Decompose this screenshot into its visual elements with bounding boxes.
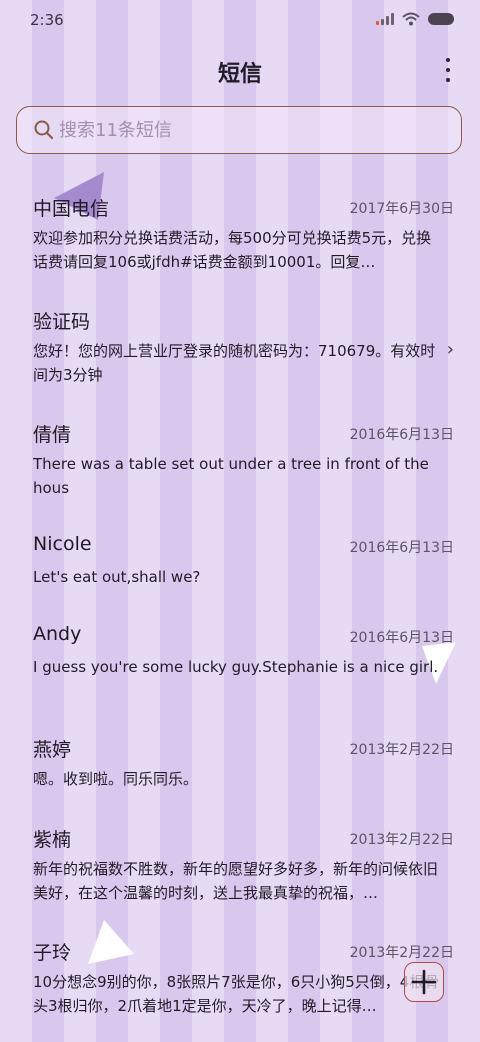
search-input[interactable] [57,118,441,142]
signal-icon [376,13,394,25]
message-sender: 紫楠 [33,829,72,851]
wifi-icon [402,12,420,26]
message-sender: 子玲 [33,942,72,964]
message-sender: 倩倩 [33,424,72,446]
search-icon [34,120,54,140]
message-item[interactable]: 紫楠 2013年2月22日 新年的祝福数不胜数，新年的愿望好多好多，新年的问候依… [0,819,480,932]
message-sender: Andy [33,623,82,645]
message-date: 2016年6月13日 [349,540,454,556]
message-item[interactable]: 倩倩 2016年6月13日 There was a table set out … [0,414,480,527]
message-preview: Let's eat out,shall we? [33,568,201,586]
status-icons [376,12,454,26]
message-date: 2013年2月22日 [349,945,454,961]
message-preview: 您好！您的网上营业厅登录的随机密码为：710679。有效时间为3分钟 [33,342,436,384]
message-date: 2016年6月13日 [349,630,454,646]
battery-icon [428,13,454,25]
message-sender: 中国电信 [33,198,110,220]
plus-icon [411,969,437,995]
message-preview: 欢迎参加积分兑换话费活动，每500分可兑换话费5元，兑换话费请回复106或jfd… [33,229,432,271]
message-preview: I guess you're some lucky guy.Stephanie … [33,658,439,676]
message-preview: There was a table set out under a tree i… [33,455,429,497]
message-sender: Nicole [33,533,92,555]
message-sender: 验证码 [33,311,91,333]
message-item[interactable]: 验证码 › 您好！您的网上营业厅登录的随机密码为：710679。有效时间为3分钟 [0,301,480,414]
app-header: 短信 [0,52,480,92]
message-date: 2016年6月13日 [349,427,454,443]
message-date: 2017年6月30日 [349,201,454,217]
message-item[interactable]: Andy 2016年6月13日 I guess you're some luck… [0,617,480,729]
message-preview: 新年的祝福数不胜数，新年的愿望好多好多，新年的问候依旧美好，在这个温馨的时刻，送… [33,860,439,902]
message-item[interactable]: 中国电信 2017年6月30日 欢迎参加积分兑换话费活动，每500分可兑换话费5… [0,188,480,301]
message-date: 2013年2月22日 [349,832,454,848]
message-date: 2013年2月22日 [349,742,454,758]
status-time: 2:36 [30,11,64,29]
search-bar[interactable] [16,106,462,154]
chevron-right-icon: › [446,339,454,360]
message-item[interactable]: Nicole 2016年6月13日 Let's eat out,shall we… [0,527,480,617]
more-options-icon[interactable] [444,58,452,82]
message-preview: 10分想念9别的你，8张照片7张是你，6只小狗5只倒，4根骨头3根归你，2爪着地… [33,973,440,1015]
message-sender: 燕婷 [33,739,72,761]
status-bar: 2:36 [0,0,480,40]
new-message-button[interactable] [404,962,444,1002]
message-preview: 嗯。收到啦。同乐同乐。 [33,770,199,788]
message-item[interactable]: 燕婷 2013年2月22日 嗯。收到啦。同乐同乐。 [0,729,480,819]
message-list: 中国电信 2017年6月30日 欢迎参加积分兑换话费活动，每500分可兑换话费5… [0,188,480,1042]
page-title: 短信 [217,62,262,87]
